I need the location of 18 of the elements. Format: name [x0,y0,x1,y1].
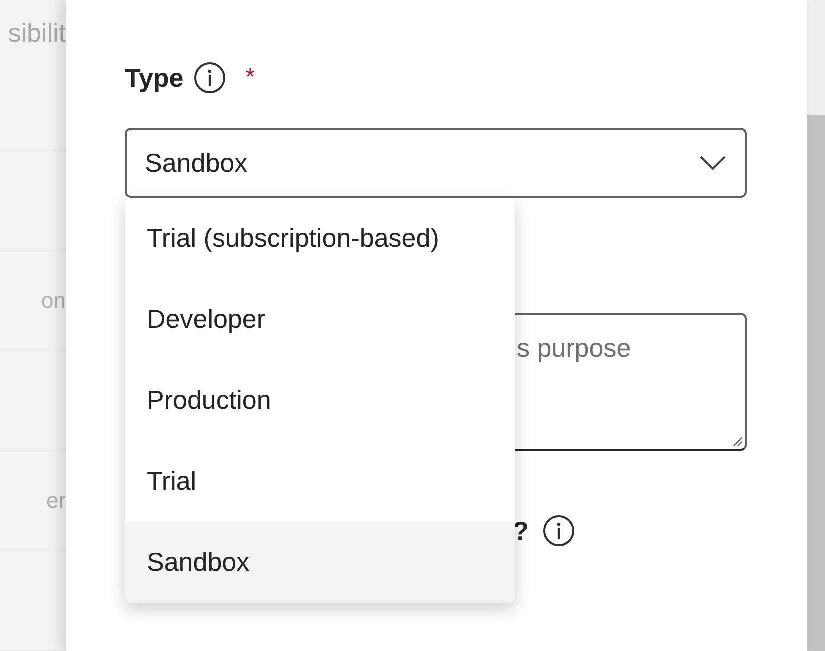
info-icon[interactable] [194,62,226,94]
background-heading: sibilit [8,17,66,50]
chevron-down-icon [699,155,727,171]
background-row-text: on [42,287,66,315]
dropdown-option[interactable]: Developer [125,279,515,360]
info-icon[interactable] [542,515,575,547]
scrollbar-thumb[interactable] [807,115,825,651]
dropdown-option[interactable]: Production [125,360,515,441]
dropdown-option[interactable]: Sandbox [125,522,515,603]
question-label: ? [513,514,529,548]
resize-handle-icon [731,435,743,447]
background-row-text: er [46,487,66,515]
dropdown-option[interactable]: Trial (subscription-based) [125,198,515,279]
type-label: Type [125,62,184,94]
description-placeholder: s purpose [517,333,632,363]
type-select[interactable]: Sandbox [125,128,747,198]
required-mark: * [246,63,256,93]
dropdown-option[interactable]: Trial [125,441,515,522]
